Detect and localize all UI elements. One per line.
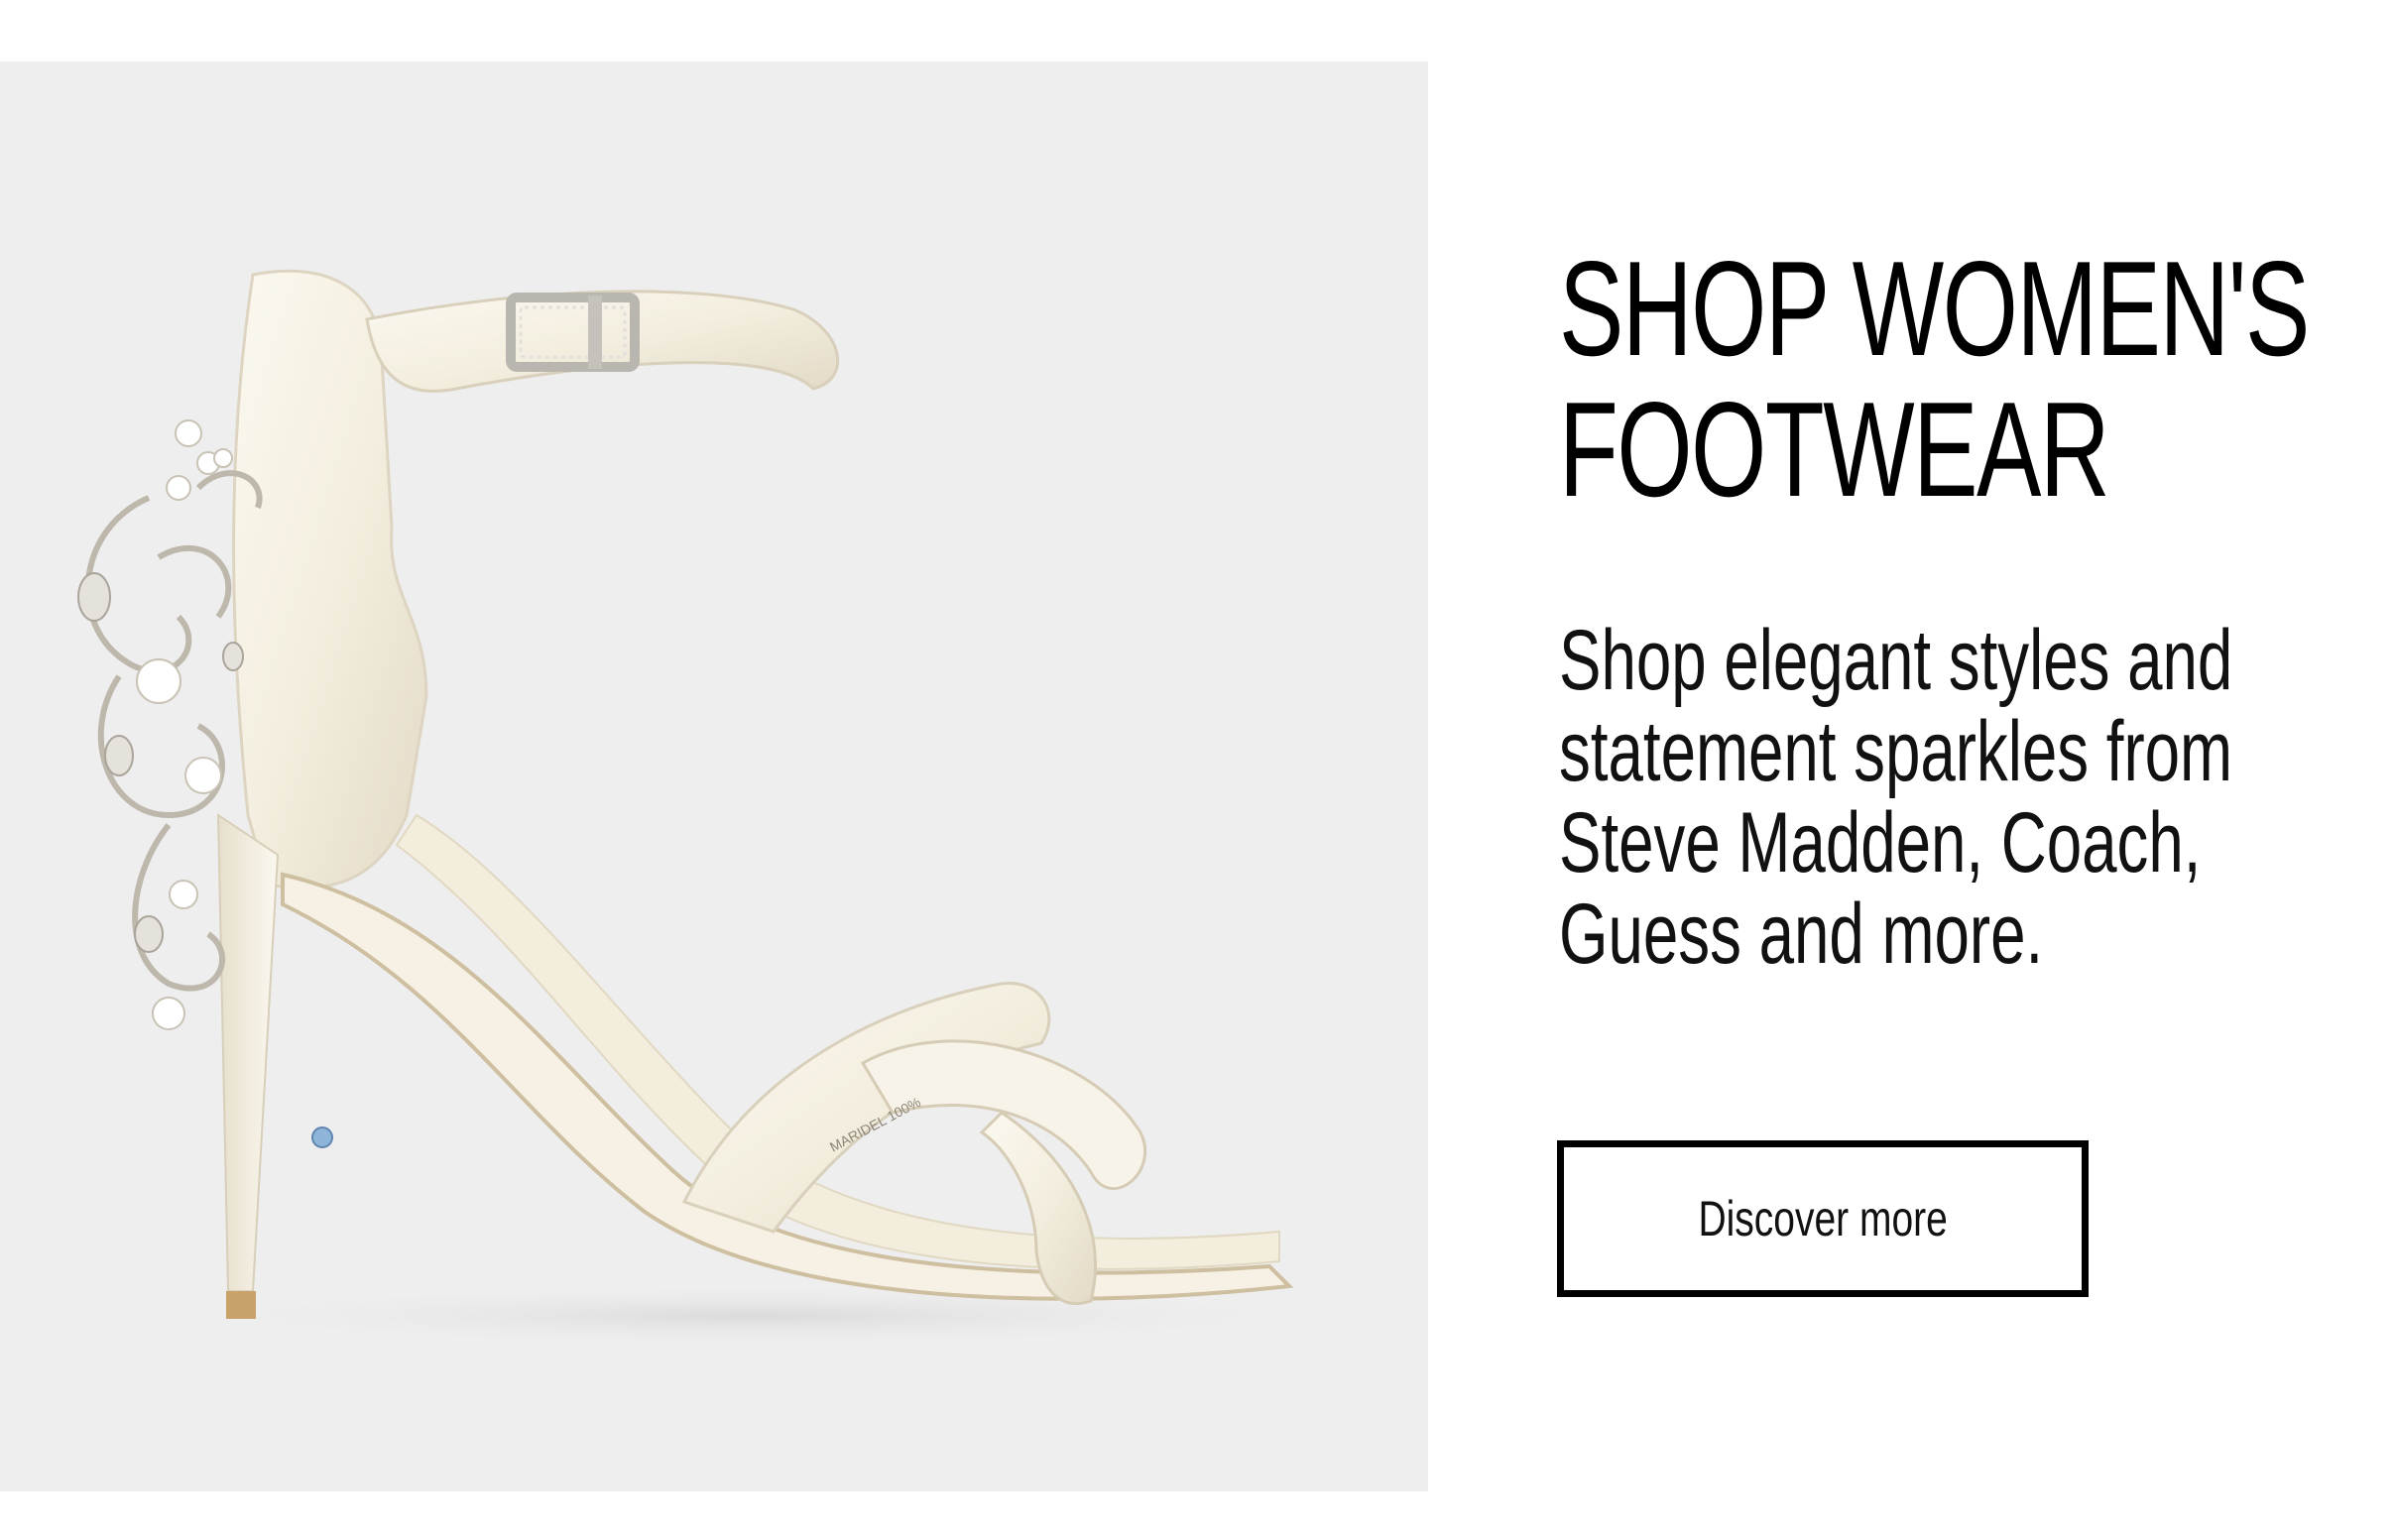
promo-description: Shop elegant styles and statement sparkl…: [1559, 613, 2233, 982]
product-image[interactable]: MARIDEL 100%: [0, 61, 1428, 1491]
promo-headline: SHOP WOMEN'S FOOTWEAR: [1559, 233, 2310, 525]
promo-banner: MARIDEL 100% SHOP WOMEN'S FOOTWEAR Shop …: [0, 0, 2396, 1540]
discover-more-label: Discover more: [1698, 1191, 1948, 1246]
discover-more-button[interactable]: Discover more: [1557, 1140, 2089, 1297]
promo-copy: SHOP WOMEN'S FOOTWEAR Shop elegant style…: [1559, 233, 2372, 980]
sandal-illustration: MARIDEL 100%: [77, 269, 1349, 1348]
